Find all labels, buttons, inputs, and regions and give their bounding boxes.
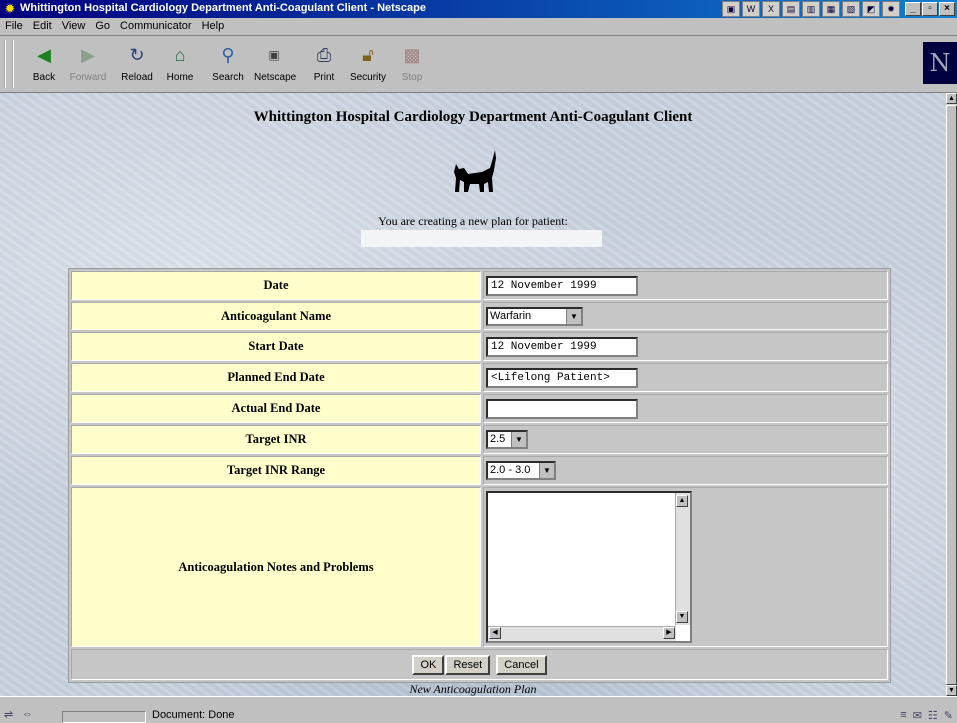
page-title: Whittington Hospital Cardiology Departme… [253,109,693,125]
page-content: Whittington Hospital Cardiology Departme… [0,93,946,696]
close-button[interactable]: × [939,2,955,16]
navigation-toolbar: ◀ Back ▶ Forward ↻ Reload ⌂ Home ⚲ Searc… [0,36,957,93]
toolbar-grip[interactable] [4,40,14,88]
menu-go[interactable]: Go [90,18,115,35]
printer-icon: ⎙ [316,45,332,65]
search-icon: ⚲ [221,45,235,65]
netscape-app-icon: ✹ [4,1,16,16]
stop-icon: ▩ [403,45,421,65]
menu-help[interactable]: Help [197,18,230,35]
forward-arrow-icon: ▶ [81,45,95,65]
scroll-up-icon[interactable]: ▲ [676,495,688,507]
netscape-window: ✹ Whittington Hospital Cardiology Depart… [0,0,957,723]
back-button[interactable]: ◀ Back [24,41,64,87]
tray-app-icon[interactable]: ◩ [862,1,880,17]
reload-icon: ↻ [129,45,145,65]
target-inr-select[interactable]: 2.5 ▼ [486,430,528,449]
anticoagulant-name-label: Anticoagulant Name [71,302,481,330]
title-bar: ✹ Whittington Hospital Cardiology Depart… [0,0,957,18]
forward-button[interactable]: ▶ Forward [68,41,108,87]
chevron-down-icon[interactable]: ▼ [566,308,581,324]
menu-bar: File Edit View Go Communicator Help [0,18,957,36]
scroll-right-icon[interactable]: ▶ [663,627,675,639]
planned-end-date-input[interactable]: <Lifelong Patient> [486,367,638,388]
status-text: Document: Done [152,709,235,721]
home-button[interactable]: ⌂ Home [160,41,200,87]
date-label: Date [71,271,481,300]
target-inr-range-select[interactable]: 2.0 - 3.0 ▼ [486,461,556,480]
home-icon: ⌂ [174,45,186,65]
black-cat-icon [454,150,496,192]
composer-icon[interactable]: ✎ [944,709,953,722]
form-caption: New Anticoagulation Plan [409,682,537,696]
tray-app-icon[interactable]: ▤ [782,1,800,17]
netscape-button[interactable]: ▣ Netscape [254,41,296,87]
tray-app-icon[interactable]: ▥ [802,1,820,17]
target-inr-range-label: Target INR Range [71,456,481,485]
my-netscape-icon: ▣ [268,48,280,62]
chevron-down-icon[interactable]: ▼ [539,463,554,478]
page-vertical-scrollbar[interactable]: ▲ ▼ [946,93,957,696]
patient-name-display [361,230,602,247]
scroll-left-icon[interactable]: ◀ [489,627,501,639]
security-status-icon[interactable]: ⇔ [22,708,33,720]
reload-button[interactable]: ↻ Reload [117,41,157,87]
chevron-down-icon[interactable]: ▼ [511,432,526,447]
print-button[interactable]: ⎙ Print [304,41,344,87]
mail-icon[interactable]: ✉ [913,709,922,722]
notes-textarea[interactable]: ▲ ▼ ◀ ▶ [486,491,692,643]
start-date-input[interactable]: 12 November 1999 [486,336,638,357]
plan-form: Date 12 November 1999 Anticoagulant Name… [68,268,891,683]
cancel-button[interactable]: Cancel [496,654,547,675]
word-icon[interactable]: W [742,1,760,17]
discussion-icon[interactable]: ☷ [928,709,938,722]
menu-view[interactable]: View [57,18,91,35]
notes-label: Anticoagulation Notes and Problems [71,487,481,647]
start-date-label: Start Date [71,332,481,361]
scroll-down-icon[interactable]: ▼ [946,685,957,696]
padlock-icon: 🔓︎ [362,45,374,65]
form-actions: OK Reset Cancel [71,649,888,680]
window-title: Whittington Hospital Cardiology Departme… [20,2,426,14]
search-button[interactable]: ⚲ Search [208,41,248,87]
taskbar-tray: ▣ W X ▤ ▥ ▦ ▧ ◩ ✹ [722,1,900,17]
tray-app-icon[interactable]: ▦ [822,1,840,17]
reset-button[interactable]: Reset [445,654,491,675]
target-inr-label: Target INR [71,425,481,454]
status-bar: ⇌ ⇔ Document: Done ≡ ✉ ☷ ✎ [0,696,957,723]
component-bar: ≡ ✉ ☷ ✎ [900,709,953,722]
minimize-button[interactable]: _ [905,2,921,16]
menu-communicator[interactable]: Communicator [115,18,197,35]
date-input[interactable]: 12 November 1999 [486,275,638,296]
progress-cell [62,711,146,723]
anticoagulant-select[interactable]: Warfarin ▼ [486,306,583,326]
connection-icon: ⇌ [4,709,14,721]
navigator-icon[interactable]: ≡ [900,709,906,722]
tray-app-icon[interactable]: ▧ [842,1,860,17]
ok-button[interactable]: OK [412,654,445,675]
tray-app-icon[interactable]: ▣ [722,1,740,17]
security-button[interactable]: 🔓︎ Security [348,41,388,87]
actual-end-date-label: Actual End Date [71,394,481,423]
stop-button[interactable]: ▩ Stop [392,41,432,87]
scroll-up-icon[interactable]: ▲ [946,93,957,104]
actual-end-date-input[interactable] [486,398,638,419]
scrollbar-thumb[interactable] [946,105,957,685]
scroll-down-icon[interactable]: ▼ [676,611,688,623]
menu-file[interactable]: File [0,18,28,35]
notes-vertical-scrollbar[interactable]: ▲ ▼ [675,493,690,625]
window-controls: _ ▫ × [905,2,955,16]
maximize-button[interactable]: ▫ [922,2,938,16]
menu-edit[interactable]: Edit [28,18,57,35]
back-arrow-icon: ◀ [37,45,51,65]
tray-app-icon[interactable]: ✹ [882,1,900,17]
netscape-logo-icon: N [923,42,957,84]
intro-text: You are creating a new plan for patient: [378,214,568,228]
planned-end-date-label: Planned End Date [71,363,481,392]
excel-icon[interactable]: X [762,1,780,17]
notes-horizontal-scrollbar[interactable]: ◀ ▶ [488,626,676,641]
